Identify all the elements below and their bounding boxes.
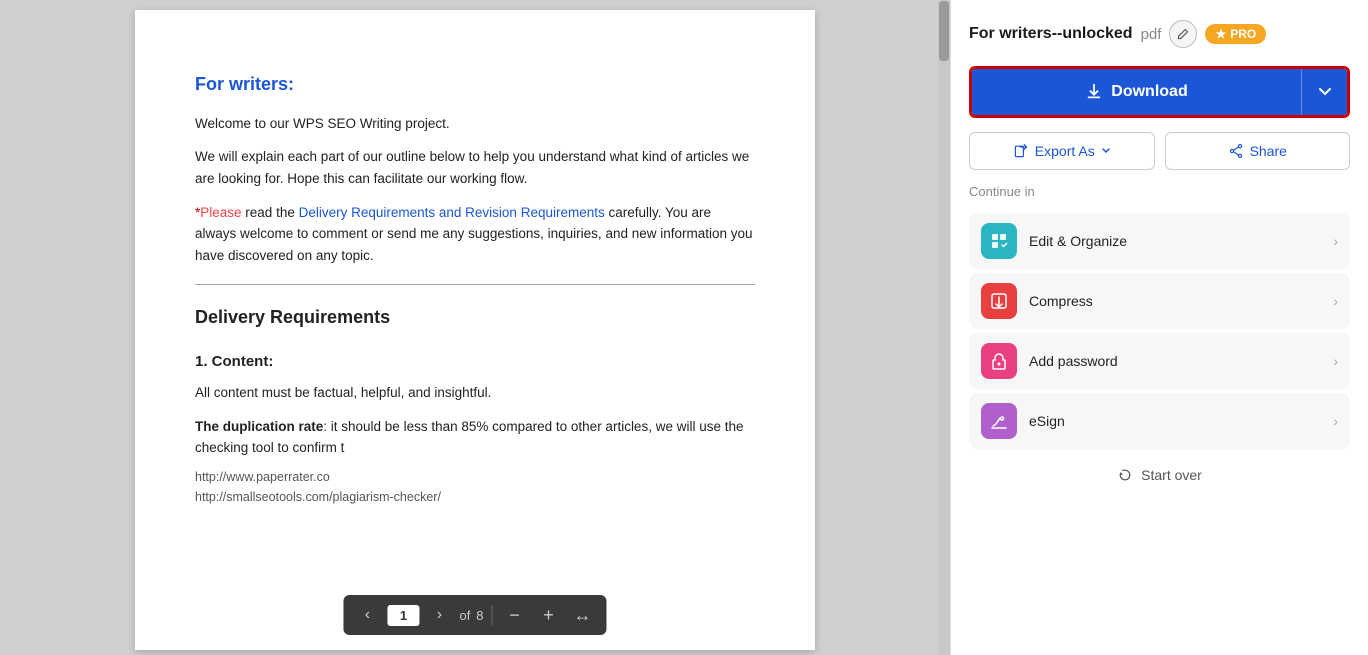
continue-item-compress[interactable]: Compress › <box>969 273 1350 329</box>
edit-filename-button[interactable] <box>1169 20 1197 48</box>
compress-svg-icon <box>989 291 1009 311</box>
export-icon <box>1013 143 1029 159</box>
pdf-page: For writers: Welcome to our WPS SEO Writ… <box>135 10 815 650</box>
pdf-url2: http://smallseotools.com/plagiarism-chec… <box>195 487 755 507</box>
compress-icon <box>981 283 1017 319</box>
edit-organize-icon <box>981 223 1017 259</box>
pdf-viewer: For writers: Welcome to our WPS SEO Writ… <box>0 0 950 655</box>
export-chevron-icon <box>1101 146 1111 156</box>
pro-star: ★ <box>1215 27 1226 41</box>
scrollbar[interactable] <box>938 0 950 655</box>
file-ext: pdf <box>1141 26 1162 43</box>
continue-item-password[interactable]: Add password › <box>969 333 1350 389</box>
pdf-for-writers-title: For writers: <box>195 70 755 99</box>
esign-svg-icon <box>989 411 1009 431</box>
compress-chevron-icon: › <box>1333 293 1338 309</box>
esign-icon <box>981 403 1017 439</box>
file-name: For writers--unlocked <box>969 25 1133 43</box>
download-dropdown-button[interactable] <box>1301 69 1347 115</box>
pdf-divider <box>195 284 755 285</box>
page-of-label: of <box>459 608 470 623</box>
action-row: Export As Share <box>969 132 1350 170</box>
edit-organize-label: Edit & Organize <box>1029 233 1127 249</box>
page-controls: ‹ 1 › of 8 − + ↔ <box>343 595 606 635</box>
start-over-label: Start over <box>1141 467 1202 483</box>
continue-item-compress-left: Compress <box>981 283 1093 319</box>
download-row: Download <box>969 66 1350 118</box>
pdf-intro2: We will explain each part of our outline… <box>195 146 755 189</box>
continue-item-esign-left: eSign <box>981 403 1065 439</box>
password-chevron-icon: › <box>1333 353 1338 369</box>
pdf-link[interactable]: Delivery Requirements and Revision Requi… <box>299 205 605 220</box>
download-label: Download <box>1111 83 1187 101</box>
share-button[interactable]: Share <box>1165 132 1351 170</box>
pro-label: PRO <box>1230 27 1256 41</box>
start-over-icon <box>1117 467 1133 483</box>
esign-chevron-icon: › <box>1333 413 1338 429</box>
pdf-content-desc: All content must be factual, helpful, an… <box>195 382 755 404</box>
current-page[interactable]: 1 <box>387 605 419 626</box>
controls-separator <box>492 605 493 625</box>
next-page-button[interactable]: › <box>425 601 453 629</box>
continue-items: Edit & Organize › Compress › <box>969 213 1350 449</box>
continue-item-edit-left: Edit & Organize <box>981 223 1127 259</box>
zoom-in-button[interactable]: + <box>535 601 563 629</box>
esign-label: eSign <box>1029 413 1065 429</box>
compress-label: Compress <box>1029 293 1093 309</box>
pdf-notice: *Please read the Delivery Requirements a… <box>195 202 755 267</box>
right-panel: For writers--unlocked pdf ★ PRO Download <box>950 0 1368 655</box>
pro-badge: ★ PRO <box>1205 24 1266 44</box>
zoom-out-button[interactable]: − <box>501 601 529 629</box>
scrollbar-thumb <box>939 1 949 61</box>
pdf-dup-text: The duplication rate: it should be less … <box>195 416 755 459</box>
chevron-down-icon <box>1318 85 1332 99</box>
edit-chevron-icon: › <box>1333 233 1338 249</box>
share-label: Share <box>1250 143 1287 159</box>
export-as-button[interactable]: Export As <box>969 132 1155 170</box>
download-button[interactable]: Download <box>972 69 1301 115</box>
export-as-label: Export As <box>1035 143 1095 159</box>
download-icon <box>1085 83 1103 101</box>
pdf-intro1: Welcome to our WPS SEO Writing project. <box>195 113 755 135</box>
start-over-row[interactable]: Start over <box>969 467 1350 483</box>
pdf-url1: http://www.paperrater.co <box>195 467 755 487</box>
pdf-dup-label: The duplication rate <box>195 419 323 434</box>
pdf-please: Please <box>200 205 241 220</box>
pencil-icon <box>1177 28 1189 40</box>
share-icon <box>1228 143 1244 159</box>
password-label: Add password <box>1029 353 1118 369</box>
file-header: For writers--unlocked pdf ★ PRO <box>969 20 1350 52</box>
password-svg-icon <box>989 351 1009 371</box>
continue-item-edit[interactable]: Edit & Organize › <box>969 213 1350 269</box>
edit-svg-icon <box>989 231 1009 251</box>
pdf-content-title: 1. Content: <box>195 350 755 374</box>
password-icon <box>981 343 1017 379</box>
fit-width-button[interactable]: ↔ <box>569 601 597 629</box>
total-pages: 8 <box>476 608 483 623</box>
pdf-delivery-title: Delivery Requirements <box>195 303 755 332</box>
continue-item-esign[interactable]: eSign › <box>969 393 1350 449</box>
continue-label: Continue in <box>969 184 1350 199</box>
prev-page-button[interactable]: ‹ <box>353 601 381 629</box>
continue-item-password-left: Add password <box>981 343 1118 379</box>
